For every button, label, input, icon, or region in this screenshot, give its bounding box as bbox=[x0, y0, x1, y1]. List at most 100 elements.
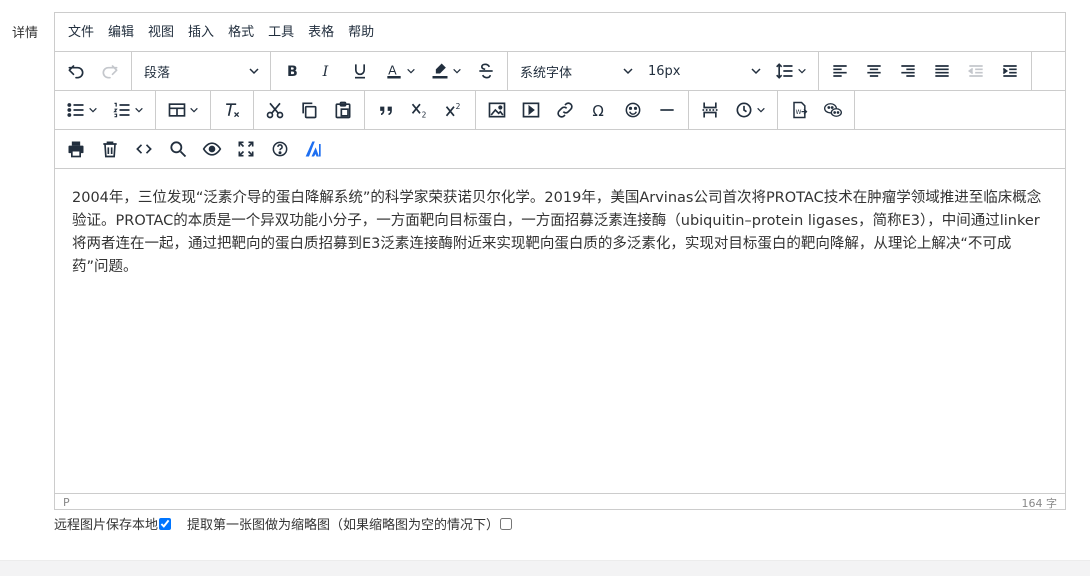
svg-text:W: W bbox=[796, 110, 802, 116]
clear-formatting-button[interactable] bbox=[215, 93, 249, 127]
source-code-button[interactable] bbox=[127, 132, 161, 166]
toolbar-row-2: 2 2 Ω W bbox=[55, 91, 1065, 130]
cut-button[interactable] bbox=[258, 93, 292, 127]
delete-button[interactable] bbox=[93, 132, 127, 166]
fullscreen-button[interactable] bbox=[229, 132, 263, 166]
numbered-list-button[interactable] bbox=[105, 93, 151, 127]
insert-group: Ω bbox=[476, 91, 689, 129]
link-button[interactable] bbox=[548, 93, 582, 127]
outdent-button[interactable] bbox=[959, 54, 993, 88]
editor-content-area[interactable]: 2004年，三位发现“泛素介导的蛋白降解系统”的科学家荣获诺贝尔化学。2019年… bbox=[55, 169, 1065, 493]
delete-icon bbox=[103, 141, 117, 158]
underline-button[interactable] bbox=[343, 54, 377, 88]
emoticons-button[interactable] bbox=[616, 93, 650, 127]
block-format-value: 段落 bbox=[144, 65, 171, 81]
paste-icon bbox=[335, 101, 351, 119]
bold-button[interactable]: B bbox=[275, 54, 309, 88]
highlight-color-button[interactable] bbox=[423, 54, 469, 88]
chevron-down-icon bbox=[249, 68, 259, 75]
block-format-select[interactable]: 段落 bbox=[136, 54, 266, 88]
image-icon bbox=[488, 102, 506, 118]
paste-button[interactable] bbox=[326, 93, 360, 127]
superscript-button[interactable]: 2 bbox=[437, 93, 471, 127]
text-style-group: B I A bbox=[271, 52, 508, 90]
ai-assistant-button[interactable] bbox=[297, 132, 331, 166]
undo-button[interactable] bbox=[59, 54, 93, 88]
preview-button[interactable] bbox=[195, 132, 229, 166]
table-group bbox=[156, 91, 211, 129]
subscript-button[interactable]: 2 bbox=[403, 93, 437, 127]
strikethrough-button[interactable] bbox=[469, 54, 503, 88]
subscript-icon: 2 bbox=[411, 103, 427, 120]
svg-text:Ω: Ω bbox=[592, 102, 603, 120]
preview-icon bbox=[202, 142, 222, 156]
menu-format[interactable]: 格式 bbox=[221, 13, 261, 52]
menu-table[interactable]: 表格 bbox=[301, 13, 341, 52]
italic-button[interactable]: I bbox=[309, 54, 343, 88]
special-character-icon: Ω bbox=[592, 102, 603, 120]
align-center-button[interactable] bbox=[857, 54, 891, 88]
page-footer-divider bbox=[0, 560, 1090, 576]
save-remote-images-option[interactable]: 远程图片保存本地 bbox=[54, 514, 172, 533]
print-button[interactable] bbox=[59, 132, 93, 166]
page-break-button[interactable] bbox=[693, 93, 727, 127]
first-image-thumbnail-label: 提取第一张图做为缩略图（如果缩略图为空的情况下） bbox=[187, 518, 500, 533]
media-icon bbox=[522, 102, 540, 118]
table-button[interactable] bbox=[160, 93, 206, 127]
menu-tools[interactable]: 工具 bbox=[261, 13, 301, 52]
chevron-down-icon bbox=[751, 68, 761, 75]
font-size-select[interactable]: 16px bbox=[640, 54, 768, 88]
clear-formatting-icon bbox=[226, 103, 240, 118]
redo-button[interactable] bbox=[93, 54, 127, 88]
align-right-button[interactable] bbox=[891, 54, 925, 88]
save-remote-images-checkbox[interactable] bbox=[159, 517, 172, 530]
menu-edit[interactable]: 编辑 bbox=[101, 13, 141, 52]
underline-icon bbox=[355, 64, 365, 79]
first-image-thumbnail-checkbox[interactable] bbox=[500, 517, 513, 530]
indent-button[interactable] bbox=[993, 54, 1027, 88]
menu-file[interactable]: 文件 bbox=[61, 13, 101, 52]
menu-insert[interactable]: 插入 bbox=[181, 13, 221, 52]
bullet-list-icon bbox=[67, 103, 84, 117]
bullet-list-button[interactable] bbox=[59, 93, 105, 127]
insert-datetime-button[interactable] bbox=[727, 93, 773, 127]
link-icon bbox=[557, 102, 573, 118]
horizontal-rule-button[interactable] bbox=[650, 93, 684, 127]
element-path[interactable]: P bbox=[63, 496, 70, 509]
emoticons-icon bbox=[625, 102, 641, 118]
horizontal-rule-icon bbox=[660, 109, 674, 111]
line-height-button[interactable] bbox=[768, 54, 814, 88]
align-right-icon bbox=[901, 65, 915, 77]
align-justify-button[interactable] bbox=[925, 54, 959, 88]
media-button[interactable] bbox=[514, 93, 548, 127]
cut-icon bbox=[266, 102, 284, 119]
font-size-value: 16px bbox=[648, 63, 681, 79]
font-family-value: 系统字体 bbox=[520, 65, 573, 81]
font-family-select[interactable]: 系统字体 bbox=[512, 54, 640, 88]
page-group bbox=[689, 91, 778, 129]
wechat-button[interactable] bbox=[816, 93, 850, 127]
word-count[interactable]: 164 字 bbox=[1022, 495, 1058, 511]
import-word-icon: W bbox=[793, 101, 808, 119]
font-color-button[interactable]: A bbox=[377, 54, 423, 88]
blockquote-button[interactable] bbox=[369, 93, 403, 127]
print-icon bbox=[68, 141, 84, 158]
menu-help[interactable]: 帮助 bbox=[341, 13, 381, 52]
svg-text:2: 2 bbox=[456, 102, 461, 111]
import-word-button[interactable]: W bbox=[782, 93, 816, 127]
ai-assistant-icon bbox=[305, 141, 321, 157]
first-image-thumbnail-option[interactable]: 提取第一张图做为缩略图（如果缩略图为空的情况下） bbox=[187, 514, 513, 533]
search-replace-button[interactable] bbox=[161, 132, 195, 166]
special-character-button[interactable]: Ω bbox=[582, 93, 616, 127]
copy-button[interactable] bbox=[292, 93, 326, 127]
align-left-button[interactable] bbox=[823, 54, 857, 88]
help-button[interactable] bbox=[263, 132, 297, 166]
copy-icon bbox=[302, 102, 317, 119]
undo-icon bbox=[68, 65, 84, 79]
chevron-down-icon bbox=[407, 68, 415, 74]
image-button[interactable] bbox=[480, 93, 514, 127]
menu-view[interactable]: 视图 bbox=[141, 13, 181, 52]
toolbar-row-1: 段落 B I A 系统字体 16px bbox=[55, 52, 1065, 91]
editor-statusbar: P 164 字 bbox=[55, 493, 1065, 511]
chevron-down-icon bbox=[89, 107, 97, 113]
